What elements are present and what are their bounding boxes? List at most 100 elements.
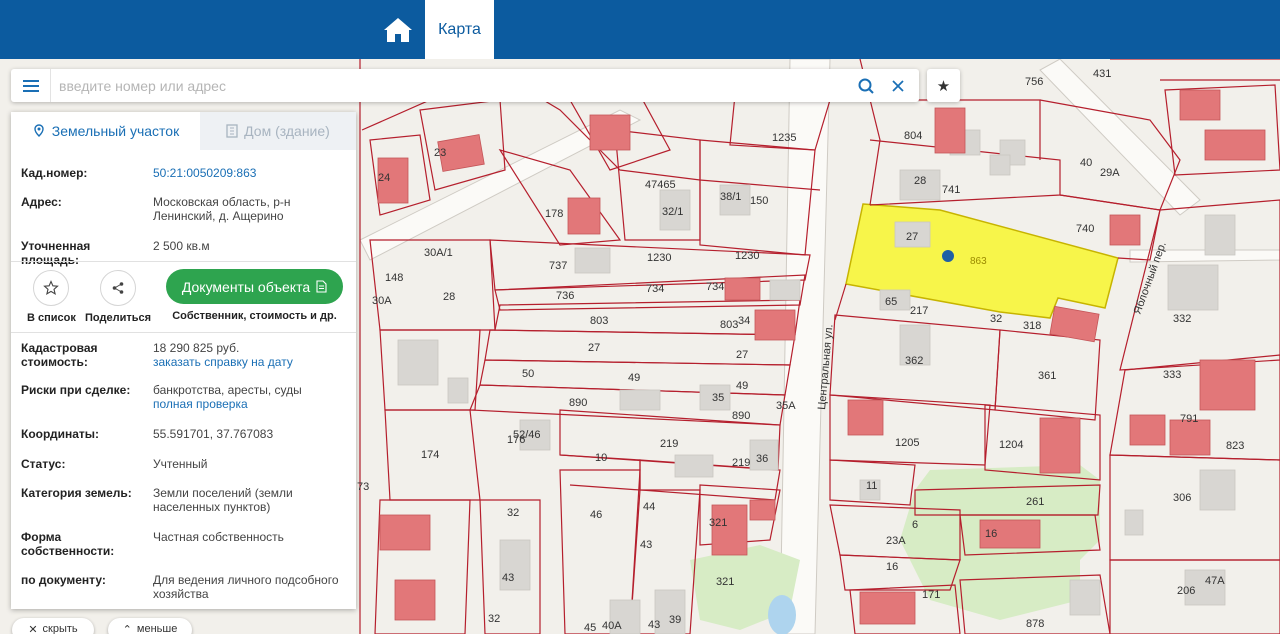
cad-number-label: Кад.номер:: [21, 166, 88, 180]
map-pin-icon: [34, 123, 44, 137]
risks-label: Риски при сделке:: [21, 383, 131, 397]
svg-text:38/1: 38/1: [720, 191, 741, 203]
order-certificate-link[interactable]: заказать справку на дату: [153, 355, 293, 369]
panel-tabs: Земельный участок Дом (здание): [11, 112, 356, 150]
svg-text:10: 10: [595, 452, 607, 464]
risks-value-block: банкротства, аресты, суды полная проверк…: [153, 383, 348, 411]
star-outline-icon: [43, 280, 60, 296]
tab-map[interactable]: Карта: [425, 0, 494, 59]
category-label: Категория земель:: [21, 486, 132, 500]
svg-text:34: 34: [738, 315, 750, 327]
cost-value: 18 290 825 руб.: [153, 341, 240, 355]
full-check-link[interactable]: полная проверка: [153, 397, 248, 411]
by-document-value: Для ведения личного подсобного хозяйства: [153, 573, 339, 601]
svg-text:321: 321: [709, 517, 727, 529]
top-bar: Карта: [0, 0, 1280, 59]
svg-text:32: 32: [990, 313, 1002, 325]
close-icon: ✕: [28, 624, 38, 634]
svg-text:150: 150: [750, 195, 768, 207]
svg-text:737: 737: [549, 260, 567, 272]
svg-text:49: 49: [736, 380, 748, 392]
cad-number-value[interactable]: 50:21:0050209:863: [153, 166, 348, 180]
add-to-list-button[interactable]: В список: [27, 270, 76, 324]
svg-text:318: 318: [1023, 320, 1041, 332]
svg-text:890: 890: [569, 397, 587, 409]
svg-text:1235: 1235: [772, 132, 796, 144]
category-value: Земли поселений (земли населенных пункто…: [153, 486, 293, 514]
status-value: Учтенный: [153, 457, 208, 471]
svg-text:178: 178: [545, 208, 563, 220]
svg-text:65: 65: [885, 296, 897, 308]
svg-text:176: 176: [507, 434, 525, 446]
collapse-panel-button[interactable]: ⌃ меньше: [108, 618, 192, 634]
divider: [11, 332, 356, 333]
object-documents-label: Документы объекта: [181, 278, 311, 295]
svg-text:736: 736: [556, 290, 574, 302]
area-label: Уточненная площадь:: [21, 239, 91, 267]
svg-text:306: 306: [1173, 492, 1191, 504]
svg-text:39: 39: [669, 614, 681, 626]
ownership-label: Форма собственности:: [21, 530, 115, 558]
svg-text:863: 863: [970, 256, 987, 267]
hamburger-icon: [22, 79, 39, 92]
object-documents-button[interactable]: Документы объекта: [166, 269, 343, 304]
svg-text:361: 361: [1038, 370, 1056, 382]
search-button[interactable]: [854, 75, 878, 97]
address-value: Московская область, р-н Ленинский, д. Ащ…: [153, 195, 291, 223]
risks-value: банкротства, аресты, суды: [153, 383, 302, 397]
svg-text:734: 734: [706, 281, 724, 293]
address-label: Адрес:: [21, 195, 62, 209]
hide-panel-label: скрыть: [42, 623, 78, 634]
cost-value-block: 18 290 825 руб. заказать справку на дату: [153, 341, 348, 369]
clear-search-button[interactable]: [886, 75, 910, 97]
add-to-list-label: В список: [27, 312, 76, 324]
svg-text:11: 11: [866, 480, 877, 492]
hide-panel-button[interactable]: ✕ скрыть: [12, 618, 94, 634]
svg-text:28: 28: [443, 291, 455, 303]
svg-text:35А: 35А: [776, 400, 796, 412]
svg-text:23: 23: [434, 147, 446, 159]
svg-text:217: 217: [910, 305, 928, 317]
tab-building-label: Дом (здание): [244, 123, 330, 139]
svg-text:16: 16: [985, 528, 997, 540]
coords-label: Координаты:: [21, 427, 100, 441]
svg-text:261: 261: [1026, 496, 1044, 508]
svg-text:174: 174: [421, 449, 439, 461]
star-icon: ★: [936, 77, 951, 95]
svg-text:32: 32: [488, 613, 500, 625]
svg-text:890: 890: [732, 410, 750, 422]
home-button[interactable]: [375, 0, 421, 59]
svg-text:23А: 23А: [886, 535, 906, 547]
svg-text:333: 333: [1163, 369, 1181, 381]
svg-text:791: 791: [1180, 413, 1198, 425]
svg-text:32/1: 32/1: [662, 206, 683, 218]
share-circle: [100, 270, 137, 306]
svg-text:30А: 30А: [372, 295, 392, 307]
svg-text:45: 45: [584, 622, 596, 634]
favorites-button[interactable]: ★: [927, 69, 960, 102]
by-document-label: по документу:: [21, 573, 106, 587]
home-icon: [384, 17, 412, 42]
svg-text:1230: 1230: [647, 252, 671, 264]
svg-text:50: 50: [522, 368, 534, 380]
svg-text:28: 28: [914, 175, 926, 187]
object-documents-subtitle: Собственник, стоимость и др.: [172, 310, 337, 322]
svg-text:878: 878: [1026, 618, 1044, 630]
search-icon: [858, 78, 874, 94]
cost-label: Кадастровая стоимость:: [21, 341, 98, 369]
svg-text:332: 332: [1173, 313, 1191, 325]
tab-map-label: Карта: [438, 20, 481, 38]
tab-building[interactable]: Дом (здание): [200, 112, 356, 150]
svg-text:29А: 29А: [1100, 167, 1120, 179]
svg-text:46: 46: [590, 509, 602, 521]
search-input[interactable]: [59, 75, 839, 97]
svg-text:27: 27: [906, 231, 918, 243]
svg-text:804: 804: [904, 130, 922, 142]
share-button[interactable]: Поделиться: [85, 270, 151, 324]
search-bar: [11, 69, 919, 102]
tab-land-plot[interactable]: Земельный участок: [11, 112, 200, 150]
svg-text:36: 36: [756, 453, 768, 465]
svg-text:27: 27: [588, 342, 600, 354]
svg-text:16: 16: [886, 561, 898, 573]
menu-button[interactable]: [11, 69, 51, 102]
